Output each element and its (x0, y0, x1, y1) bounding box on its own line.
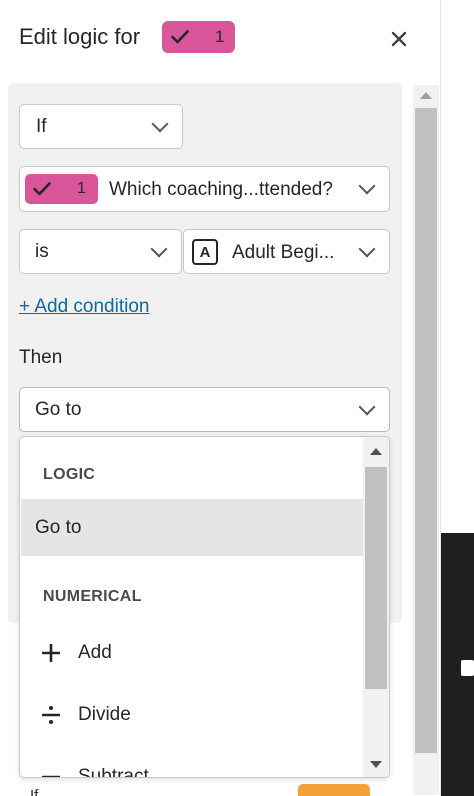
chevron-down-icon (358, 398, 376, 415)
dropdown-item-add[interactable]: Add (21, 624, 363, 681)
check-icon (33, 182, 51, 196)
question-text: Which coaching...ttended? (109, 179, 333, 200)
dropdown-list: LOGIC Go to NUMERICAL Add Divide Subtrac… (20, 437, 363, 778)
check-icon (171, 30, 189, 44)
question-select[interactable]: 1 Which coaching...ttended? (19, 166, 390, 212)
dropdown-item-label: Divide (78, 703, 131, 725)
dialog-title: Edit logic for (19, 24, 141, 49)
question-badge: 1 (162, 21, 235, 53)
dropdown-item-label: Go to (35, 516, 82, 538)
if-select-value: If (36, 115, 47, 137)
scroll-down-arrow-icon[interactable] (370, 761, 382, 768)
chevron-down-icon (358, 177, 376, 195)
if-select[interactable]: If (19, 104, 183, 149)
dropdown-item-label: Subtract (78, 765, 149, 778)
chevron-down-icon (150, 240, 168, 257)
answer-select[interactable]: A Adult Begi... (183, 229, 390, 274)
dropdown-item-label: Add (78, 641, 112, 663)
group-label-numerical: NUMERICAL (43, 588, 142, 605)
divide-icon (40, 704, 62, 726)
minus-icon (40, 766, 62, 777)
chevron-down-icon (358, 240, 376, 257)
question-number: 1 (215, 27, 225, 46)
dropdown-item-label-wrap: Go to (35, 517, 81, 539)
action-dropdown-menu: LOGIC Go to NUMERICAL Add Divide Subtrac… (19, 436, 390, 778)
dropdown-scrollbar[interactable] (363, 437, 389, 777)
scroll-up-arrow-icon[interactable] (420, 92, 432, 99)
background-glyph (461, 660, 474, 676)
action-select-value: Go to (35, 398, 82, 420)
orange-action-button[interactable] (298, 784, 370, 796)
operator-value: is (35, 240, 49, 262)
action-select[interactable]: Go to (19, 387, 390, 432)
add-condition-link[interactable]: + Add condition (19, 296, 149, 318)
dialog-header: Edit logic for 1 (0, 0, 440, 80)
chevron-down-icon (151, 115, 169, 132)
question-badge-small: 1 (25, 174, 98, 204)
panel-scrollbar[interactable] (413, 85, 439, 795)
question-number-small: 1 (77, 180, 86, 197)
operator-select[interactable]: is (19, 229, 182, 274)
next-rule-if-label: If (30, 787, 39, 796)
group-label-logic: LOGIC (43, 466, 96, 483)
scroll-up-arrow-icon[interactable] (370, 448, 382, 455)
dropdown-scrollbar-thumb[interactable] (365, 467, 387, 689)
close-icon[interactable] (388, 28, 410, 50)
dropdown-item-go-to[interactable]: Go to (21, 499, 363, 556)
answer-text: Adult Begi... (232, 242, 335, 263)
scrollbar-thumb[interactable] (415, 108, 437, 753)
answer-letter-icon: A (192, 239, 218, 265)
dropdown-item-subtract[interactable]: Subtract (21, 748, 363, 778)
then-label: Then (19, 347, 63, 368)
plus-icon (40, 642, 62, 664)
dropdown-item-divide[interactable]: Divide (21, 686, 363, 743)
